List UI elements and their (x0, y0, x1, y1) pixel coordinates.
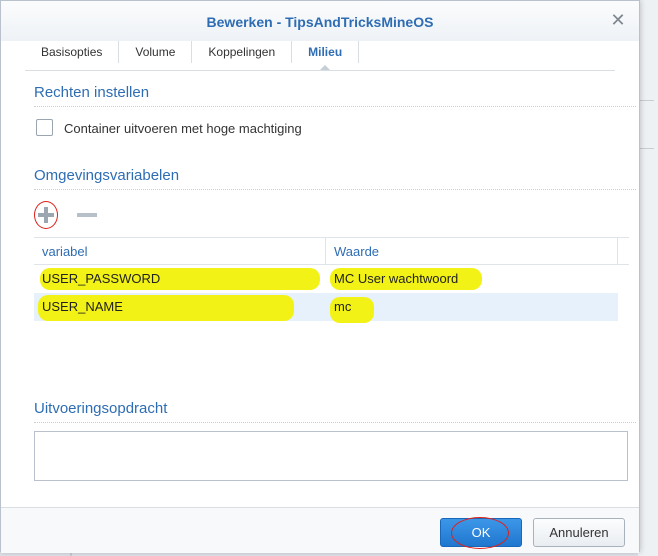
section-divider (34, 189, 636, 190)
background-divider (640, 100, 654, 110)
command-textarea[interactable] (34, 431, 628, 481)
background-divider (640, 148, 654, 158)
add-variable-button[interactable] (34, 201, 58, 229)
tab-divider (25, 70, 615, 71)
dialog-footer: OK Annuleren (1, 507, 639, 553)
cell-value: mc (334, 299, 352, 314)
column-header-value[interactable]: Waarde (326, 238, 618, 264)
cell-value: MC User wachtwoord (334, 271, 459, 286)
tab-volume[interactable]: Volume (119, 41, 193, 63)
cancel-button[interactable]: Annuleren (533, 518, 625, 547)
cell-variable: USER_PASSWORD (42, 271, 161, 286)
command-heading: Uitvoeringsopdracht (34, 400, 168, 417)
table-row[interactable]: USER_NAME mc (34, 293, 618, 323)
annotation-circle (451, 517, 509, 549)
privileged-checkbox-label[interactable]: Container uitvoeren met hoge machtiging (64, 121, 302, 136)
grid-header: variabel Waarde (34, 237, 629, 265)
rights-heading: Rechten instellen (34, 84, 150, 101)
annotation-circle (34, 201, 58, 229)
env-heading: Omgevingsvariabelen (34, 167, 180, 184)
column-header-variable[interactable]: variabel (34, 238, 326, 264)
dialog-titlebar: Bewerken - TipsAndTricksMineOS ✕ (1, 1, 639, 41)
section-divider (34, 106, 636, 107)
tab-koppelingen[interactable]: Koppelingen (192, 41, 293, 63)
tab-basisopties[interactable]: Basisopties (25, 41, 120, 63)
table-row[interactable]: USER_PASSWORD MC User wachtwoord (34, 265, 629, 293)
cell-variable: USER_NAME (42, 299, 123, 314)
edit-dialog: Bewerken - TipsAndTricksMineOS ✕ Basisop… (0, 0, 640, 553)
minus-icon[interactable] (77, 213, 97, 217)
section-divider (34, 422, 636, 423)
background-app-panel (638, 0, 658, 556)
close-icon[interactable]: ✕ (609, 11, 627, 29)
env-variable-grid: variabel Waarde USER_PASSWORD MC User wa… (34, 237, 629, 387)
tab-milieu[interactable]: Milieu (292, 41, 360, 70)
tab-bar: Basisopties Volume Koppelingen Milieu (25, 41, 360, 70)
ok-button[interactable]: OK (440, 517, 522, 549)
dialog-title: Bewerken - TipsAndTricksMineOS (206, 14, 434, 30)
privileged-checkbox[interactable] (36, 119, 53, 136)
